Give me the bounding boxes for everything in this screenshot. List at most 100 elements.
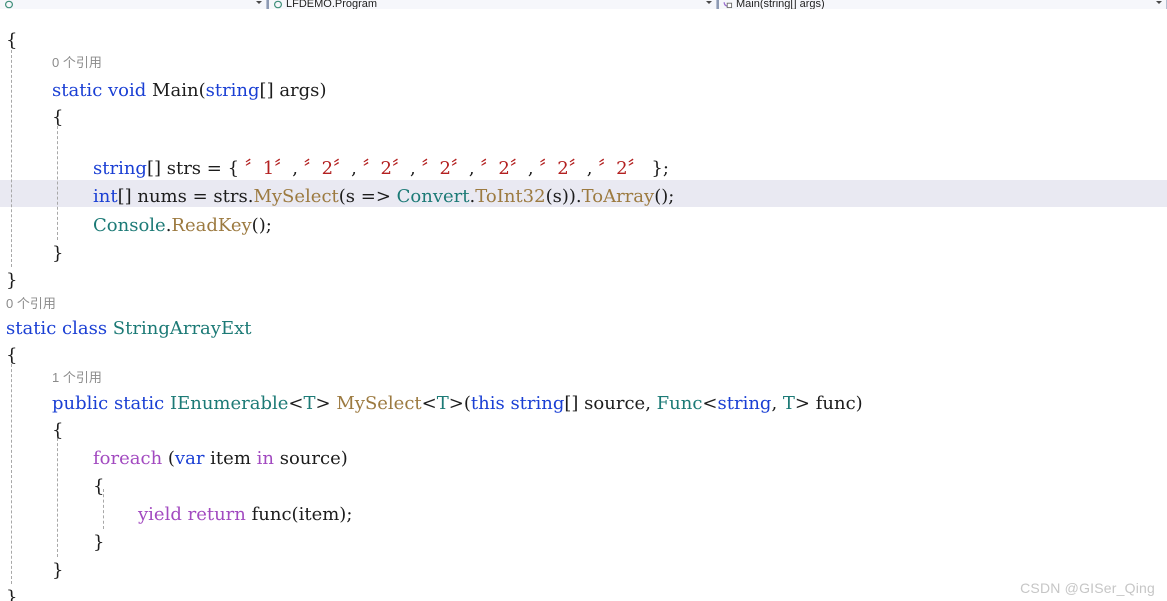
code-token: item [298, 504, 340, 525]
code-token: 〞2〞 [421, 158, 469, 179]
code-token: ( [162, 448, 175, 469]
code-token: , [468, 158, 481, 179]
indent-guide [57, 433, 58, 557]
code-line[interactable]: } [93, 529, 104, 556]
navigation-type-dropdown[interactable] [0, 0, 267, 9]
code-token: s [345, 186, 356, 207]
code-token: Main [152, 80, 199, 101]
code-token: [] [564, 393, 585, 414]
code-token: static [52, 80, 103, 101]
code-token: , [292, 158, 304, 179]
code-token: 〞2〞 [362, 158, 411, 179]
code-token: = [186, 186, 214, 207]
code-token: { [93, 476, 105, 497]
code-token: (); [654, 186, 675, 207]
code-token: args [279, 80, 320, 101]
code-token: string [510, 393, 565, 414]
code-token: { [52, 107, 64, 128]
class-icon [273, 0, 284, 9]
code-line[interactable]: } [52, 240, 63, 267]
code-line[interactable]: public static IEnumerable<T> MySelect<T>… [52, 390, 863, 417]
code-token: yield [138, 504, 182, 525]
code-line[interactable]: static void Main(string[] args) [52, 77, 326, 104]
code-token: [] [259, 80, 280, 101]
code-line[interactable]: } [6, 267, 17, 294]
code-token: [] [146, 158, 167, 179]
code-token: T [436, 393, 449, 414]
code-token: void [108, 80, 147, 101]
code-token: 〞1〞 [244, 158, 293, 179]
code-token: } [52, 243, 64, 264]
code-token: T [303, 393, 316, 414]
code-line[interactable]: string[] strs = { 〞1〞, 〞2〞, 〞2〞, 〞2〞, 〞2… [93, 155, 669, 182]
code-line[interactable]: yield return func(item); [138, 501, 352, 528]
code-token: Console [93, 215, 166, 236]
code-line[interactable]: { [52, 104, 63, 131]
code-token: }; [645, 158, 669, 179]
navigation-method-dropdown[interactable]: Main(string[] args) [719, 0, 1167, 9]
code-token: ( [291, 504, 299, 525]
code-token: item [210, 448, 251, 469]
codelens-myselect-references[interactable]: 1 个引用 [52, 366, 102, 390]
code-token: static [113, 393, 165, 414]
code-token: > [315, 393, 337, 414]
code-token: , [771, 393, 783, 414]
code-token: , [351, 158, 363, 179]
code-token: ToInt32 [475, 186, 546, 207]
class-icon [4, 0, 15, 9]
code-token: 〞2〞 [480, 158, 528, 179]
navigation-method-label: Main(string[] args) [736, 0, 825, 9]
code-token: Func [656, 393, 703, 414]
code-editor-surface[interactable]: 0 个引用 0 个引用 1 个引用 {static void Main(stri… [0, 9, 1167, 601]
code-line[interactable]: int[] nums = strs.MySelect(s => Convert.… [93, 183, 674, 210]
code-token: >( [448, 393, 471, 414]
code-token: )) [561, 186, 576, 207]
code-token: } [6, 587, 18, 601]
code-token: ToArray [581, 186, 655, 207]
code-line[interactable]: { [52, 417, 63, 444]
codelens-main-references[interactable]: 0 个引用 [52, 51, 102, 75]
indent-guide [11, 45, 12, 267]
code-token: string [93, 158, 147, 179]
chevron-down-icon[interactable] [706, 1, 712, 4]
code-line[interactable]: foreach (var item in source) [93, 445, 348, 472]
code-token: ) [340, 448, 348, 469]
code-token: func [815, 393, 856, 414]
code-token: (); [251, 215, 272, 236]
code-token: , [645, 393, 657, 414]
code-line[interactable]: { [6, 342, 17, 369]
navigation-member-dropdown[interactable]: LFDEMO.Program [269, 0, 717, 9]
code-token: MySelect [336, 393, 422, 414]
csdn-watermark: CSDN @GISer_Qing [1020, 580, 1155, 596]
chevron-down-icon[interactable] [256, 1, 262, 4]
code-token: = { [201, 158, 245, 179]
code-token: this [470, 393, 505, 414]
code-token: ) [319, 80, 327, 101]
code-line[interactable]: } [52, 557, 63, 584]
code-line[interactable]: } [6, 584, 17, 601]
code-token: source [584, 393, 646, 414]
code-token: } [52, 560, 64, 581]
code-token: strs [213, 186, 248, 207]
indent-guide [11, 359, 12, 584]
indent-guide [57, 121, 58, 240]
code-token: s [552, 186, 562, 207]
chevron-down-icon[interactable] [1156, 1, 1162, 4]
code-token: var [174, 448, 205, 469]
code-token: ReadKey [171, 215, 252, 236]
code-token: 〞2〞 [303, 158, 352, 179]
code-token: source [279, 448, 341, 469]
code-token: in [256, 448, 274, 469]
code-token: } [93, 532, 105, 553]
code-token: < [288, 393, 304, 414]
code-token: string [205, 80, 260, 101]
code-token: string [717, 393, 772, 414]
code-token: StringArrayExt [112, 318, 252, 339]
code-line[interactable]: Console.ReadKey(); [93, 212, 272, 239]
code-token: { [52, 420, 64, 441]
code-line[interactable]: static class StringArrayExt [6, 315, 251, 342]
code-line[interactable]: { [6, 27, 17, 54]
code-token: class [62, 318, 108, 339]
code-line[interactable]: { [93, 473, 104, 500]
codelens-class-references[interactable]: 0 个引用 [6, 292, 56, 316]
